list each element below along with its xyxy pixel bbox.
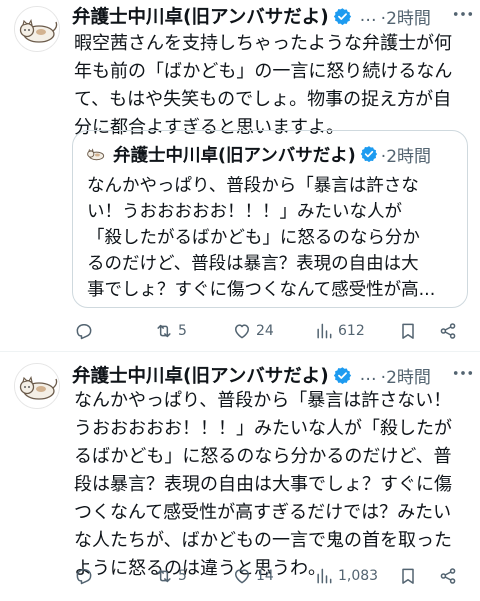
text-line: な人たちが、ばかどもの一言で鬼の首を取った bbox=[74, 530, 452, 551]
tweet-text: なんかやっぱり、普段から「暴言は許さない！ うおおおおお！！！」みたいな人が「殺… bbox=[74, 387, 468, 583]
more-icon[interactable] bbox=[452, 363, 474, 383]
verified-icon bbox=[333, 7, 351, 25]
views-button[interactable]: 1,083 bbox=[314, 563, 378, 589]
views-icon bbox=[317, 323, 332, 339]
text-line: なんかやっぱり、普段から「暴言は許さな bbox=[87, 176, 419, 196]
author-name[interactable]: 弁護士中川卓(旧アンバサだよ) bbox=[72, 362, 329, 388]
views-button[interactable]: 612 bbox=[314, 318, 365, 344]
action-bar: 5 14 1,083 bbox=[72, 563, 466, 589]
like-icon bbox=[235, 569, 249, 584]
bookmark-icon bbox=[402, 323, 414, 339]
text-line: 暇空茜さんを支持しちゃったような弁護士が何 bbox=[74, 33, 452, 54]
reply-icon bbox=[76, 324, 92, 340]
tweet-header: 弁護士中川卓(旧アンバサだよ) … ·2時間 bbox=[72, 2, 472, 30]
quote-text: なんかやっぱり、普段から「暴言は許さな い！うおおおおお！！！」みたいな人が 「… bbox=[87, 173, 455, 303]
retweet-icon bbox=[157, 324, 171, 338]
tweet-text: 暇空茜さんを支持しちゃったような弁護士が何 年も前の「ばかども」の一言に怒り続け… bbox=[74, 30, 468, 142]
views-count: 1,083 bbox=[338, 568, 379, 584]
avatar[interactable] bbox=[14, 6, 60, 52]
tweet-header: 弁護士中川卓(旧アンバサだよ) … ·2時間 bbox=[72, 361, 472, 389]
action-bar: 5 24 612 bbox=[72, 318, 466, 344]
text-line: い！うおおおおお！！！」みたいな人が bbox=[87, 202, 402, 222]
views-count: 612 bbox=[338, 323, 365, 339]
separator: … bbox=[359, 6, 378, 26]
tweet[interactable]: 弁護士中川卓(旧アンバサだよ) … ·2時間 暇空茜さんを支持しちゃったような弁… bbox=[0, 0, 480, 352]
bookmark-icon bbox=[402, 568, 414, 584]
retweet-count: 5 bbox=[178, 323, 187, 339]
text-line: なんかやっぱり、普段から「暴言は許さない！ bbox=[74, 390, 452, 411]
share-icon bbox=[440, 323, 456, 339]
text-line: うおおおおお！！！」みたいな人が「殺したが bbox=[74, 418, 452, 439]
verified-icon bbox=[333, 366, 351, 384]
text-line: て、もはや失笑ものでしょ。物事の捉え方が自 bbox=[74, 89, 452, 110]
cat-avatar-icon bbox=[15, 364, 59, 408]
reply-button[interactable] bbox=[74, 563, 98, 589]
share-button[interactable] bbox=[438, 563, 458, 589]
timestamp[interactable]: ·2時間 bbox=[381, 363, 431, 388]
reply-icon bbox=[76, 569, 92, 585]
like-count: 14 bbox=[256, 568, 274, 584]
quote-header: 弁護士中川卓(旧アンバサだよ) ·2時間 bbox=[113, 141, 459, 167]
like-count: 24 bbox=[256, 323, 274, 339]
text-line: るばかども」に怒るのなら分かるのだけど、普 bbox=[74, 446, 452, 467]
tweet[interactable]: 弁護士中川卓(旧アンバサだよ) … ·2時間 なんかやっぱり、普段から「暴言は許… bbox=[0, 353, 480, 601]
retweet-count: 5 bbox=[178, 568, 187, 584]
reply-button[interactable] bbox=[74, 318, 98, 344]
views-icon bbox=[317, 568, 332, 584]
retweet-button[interactable]: 5 bbox=[154, 563, 187, 589]
timestamp: ·2時間 bbox=[380, 146, 432, 167]
bookmark-button[interactable] bbox=[398, 563, 418, 589]
like-button[interactable]: 14 bbox=[232, 563, 274, 589]
text-line: つくなんて感受性が高すぎるだけでは？みたい bbox=[74, 502, 452, 523]
text-line: 段は暴言？表現の自由は大事でしょ？すぐに傷 bbox=[74, 474, 452, 495]
text-line: 「殺したがるばかども」に怒るのなら分か bbox=[87, 228, 420, 248]
share-icon bbox=[440, 568, 456, 584]
bookmark-button[interactable] bbox=[398, 318, 418, 344]
timestamp[interactable]: ·2時間 bbox=[381, 4, 431, 29]
separator: … bbox=[359, 365, 378, 385]
cat-avatar-icon bbox=[15, 7, 59, 51]
text-line: 事でしょ？すぐに傷つくなんて感受性が高... bbox=[87, 280, 436, 300]
like-button[interactable]: 24 bbox=[232, 318, 274, 344]
retweet-button[interactable]: 5 bbox=[154, 318, 187, 344]
retweet-icon bbox=[157, 569, 171, 583]
avatar[interactable] bbox=[14, 363, 60, 409]
avatar bbox=[85, 143, 107, 165]
verified-icon bbox=[360, 146, 377, 163]
text-line: 年も前の「ばかども」の一言に怒り続けるなん bbox=[74, 61, 453, 82]
share-button[interactable] bbox=[438, 318, 458, 344]
cat-avatar-icon bbox=[85, 143, 107, 165]
author-name: 弁護士中川卓(旧アンバサだよ) bbox=[113, 145, 356, 166]
more-icon[interactable] bbox=[452, 4, 474, 24]
quoted-tweet[interactable]: 弁護士中川卓(旧アンバサだよ) ·2時間 なんかやっぱり、普段から「暴言は許さな… bbox=[72, 130, 468, 308]
text-line: るのだけど、普段は暴言？表現の自由は大 bbox=[87, 254, 419, 274]
author-name[interactable]: 弁護士中川卓(旧アンバサだよ) bbox=[72, 3, 329, 29]
like-icon bbox=[235, 324, 249, 339]
